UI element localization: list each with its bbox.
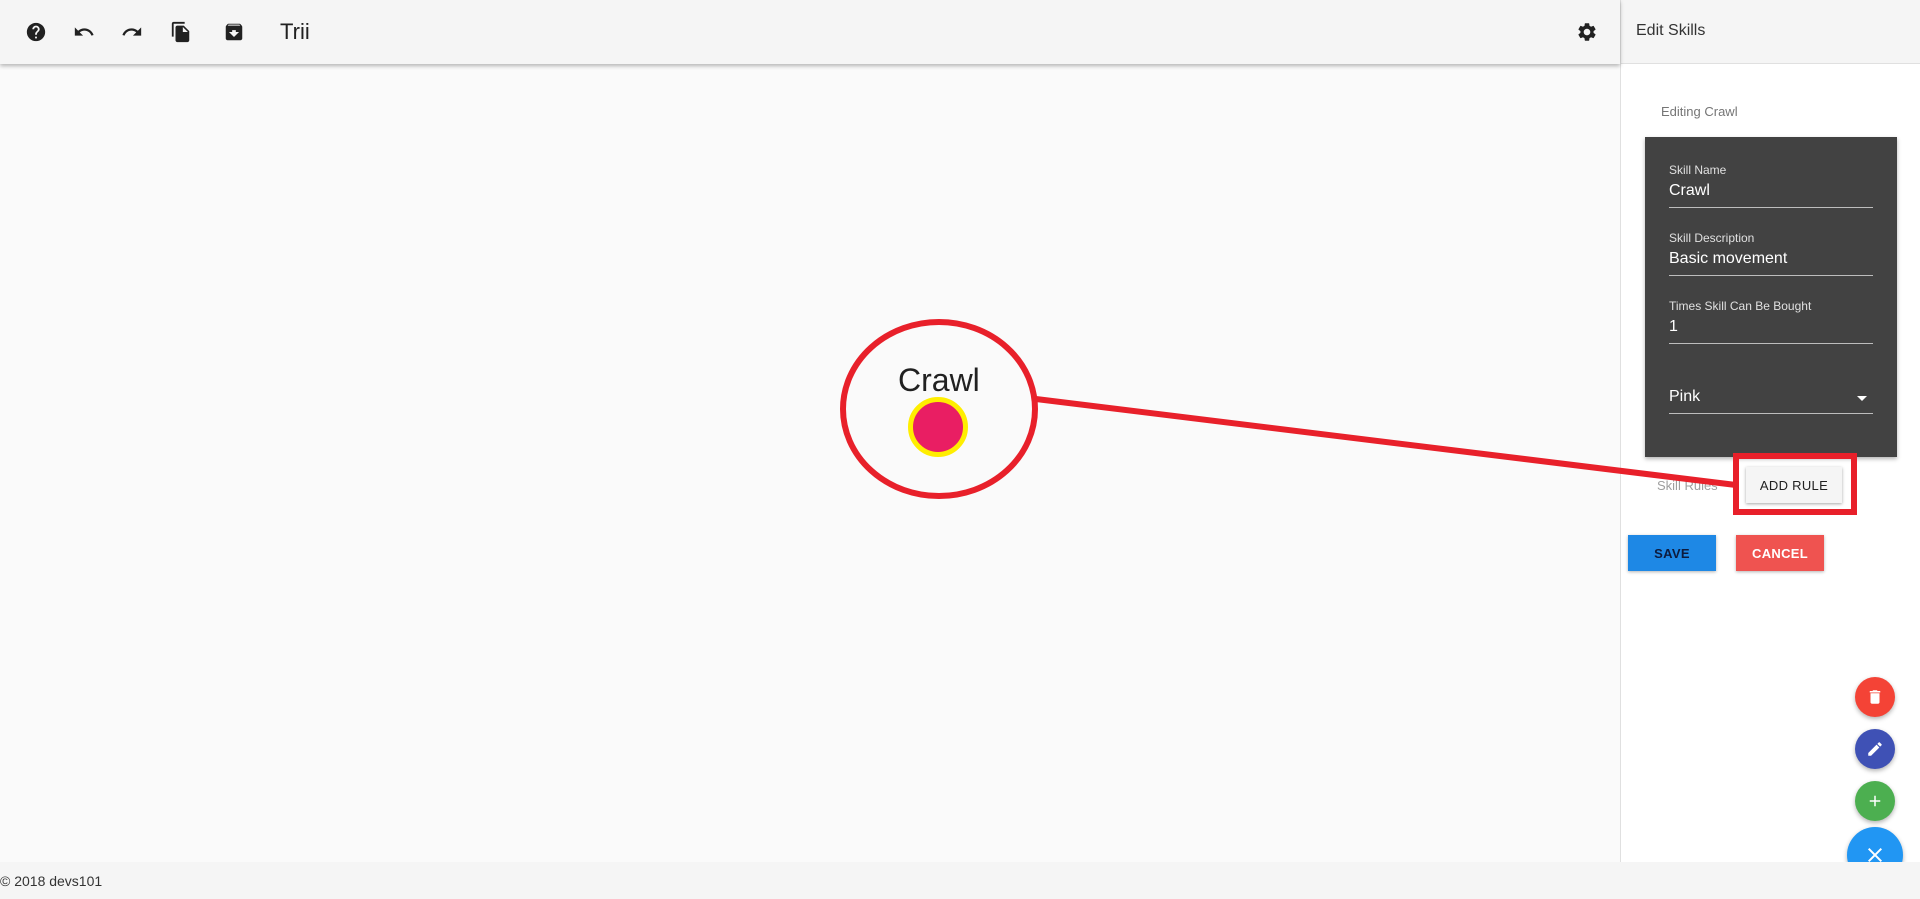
color-select-value: Pink <box>1669 388 1701 405</box>
skill-tree-canvas[interactable]: Crawl <box>0 64 1620 862</box>
skill-node-label: Crawl <box>898 362 980 398</box>
redo-icon <box>122 27 142 36</box>
plus-icon <box>1869 795 1881 807</box>
file-copy-icon <box>171 21 190 43</box>
archive-icon <box>225 23 243 41</box>
undo-button[interactable] <box>68 16 100 48</box>
chevron-down-icon <box>1857 396 1867 401</box>
skill-name-label: Skill Name <box>1669 163 1727 177</box>
skill-description-input[interactable] <box>1669 249 1873 276</box>
edit-fab[interactable] <box>1855 729 1895 769</box>
settings-button[interactable] <box>1571 16 1603 48</box>
undo-icon <box>74 27 94 36</box>
help-icon <box>26 22 46 42</box>
panel-header: Edit Skills <box>1621 0 1920 64</box>
cancel-button[interactable]: CANCEL <box>1736 535 1824 571</box>
add-fab[interactable] <box>1855 781 1895 821</box>
delete-fab[interactable] <box>1855 677 1895 717</box>
add-rule-button[interactable]: ADD RULE <box>1746 467 1842 503</box>
times-bought-label: Times Skill Can Be Bought <box>1669 299 1812 313</box>
times-bought-input[interactable] <box>1669 317 1873 344</box>
save-button[interactable]: SAVE <box>1628 535 1716 571</box>
color-select[interactable]: Pink <box>1669 382 1873 414</box>
skill-name-input[interactable] <box>1669 181 1873 208</box>
editing-label: Editing Crawl <box>1661 104 1738 119</box>
skill-node-dot[interactable] <box>908 397 968 457</box>
skill-description-label: Skill Description <box>1669 231 1755 245</box>
redo-button[interactable] <box>116 16 148 48</box>
skill-node[interactable]: Crawl <box>898 360 980 500</box>
panel-title: Edit Skills <box>1636 22 1706 39</box>
skill-description-field: Skill Description <box>1669 231 1873 276</box>
pencil-icon <box>1868 742 1882 756</box>
app-title: Trii <box>280 19 310 44</box>
skill-name-field: Skill Name <box>1669 163 1873 208</box>
times-bought-field: Times Skill Can Be Bought <box>1669 299 1873 344</box>
copy-button[interactable] <box>165 16 197 48</box>
help-button[interactable] <box>20 16 52 48</box>
trash-icon <box>1869 690 1881 704</box>
copyright-text: © 2018 devs101 <box>0 873 103 889</box>
skill-rules-label: Skill Rules <box>1657 478 1718 493</box>
gear-icon <box>1578 23 1596 41</box>
app-toolbar: Trii <box>0 0 1620 64</box>
archive-button[interactable] <box>218 16 250 48</box>
skill-form-card: Skill Name Skill Description Times Skill… <box>1645 137 1897 457</box>
footer: © 2018 devs101 <box>0 862 1920 899</box>
